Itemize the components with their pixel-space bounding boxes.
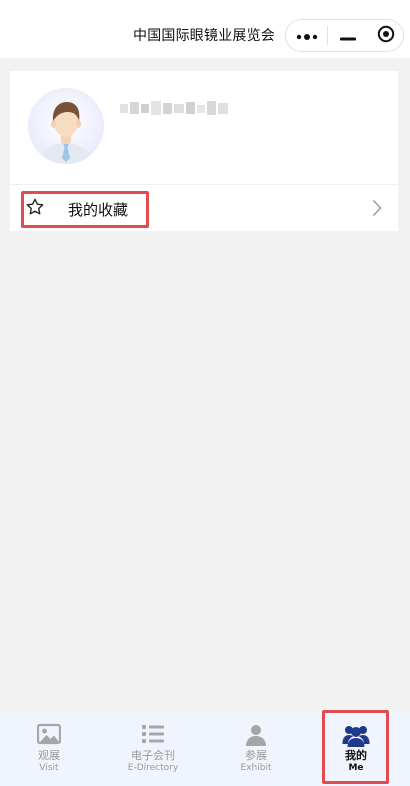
highlight-box-favorites (21, 191, 149, 228)
capsule-divider (327, 26, 328, 45)
picture-icon (36, 723, 62, 749)
username-blurred (120, 98, 232, 120)
tab-exhibit[interactable]: 参展 Exhibit (208, 711, 304, 786)
highlight-box-me-tab (322, 710, 389, 784)
tab-e-directory-sublabel: E-Directory (127, 763, 179, 773)
more-dots-icon (296, 26, 318, 45)
app-header: 中国国际眼镜业展览会 (0, 0, 410, 58)
tab-exhibit-sublabel: Exhibit (240, 763, 272, 773)
more-button[interactable] (286, 20, 327, 51)
chevron-right-icon (372, 199, 382, 221)
tab-e-directory-label: 电子会刊 (131, 749, 175, 762)
tab-e-directory[interactable]: 电子会刊 E-Directory (104, 711, 202, 786)
target-close-icon (377, 25, 395, 47)
tab-exhibit-label: 参展 (245, 749, 267, 762)
tab-visit-label: 观展 (38, 749, 60, 762)
user-avatar-icon[interactable] (28, 88, 104, 164)
person-icon (244, 723, 268, 751)
miniprogram-capsule (285, 19, 404, 52)
page-title: 中国国际眼镜业展览会 (133, 28, 275, 44)
list-icon (141, 723, 165, 749)
tab-visit-sublabel: Visit (39, 763, 59, 773)
close-button[interactable] (368, 20, 403, 51)
minimize-icon (339, 26, 356, 45)
minimize-button[interactable] (330, 20, 365, 51)
tab-visit[interactable]: 观展 Visit (0, 711, 98, 786)
